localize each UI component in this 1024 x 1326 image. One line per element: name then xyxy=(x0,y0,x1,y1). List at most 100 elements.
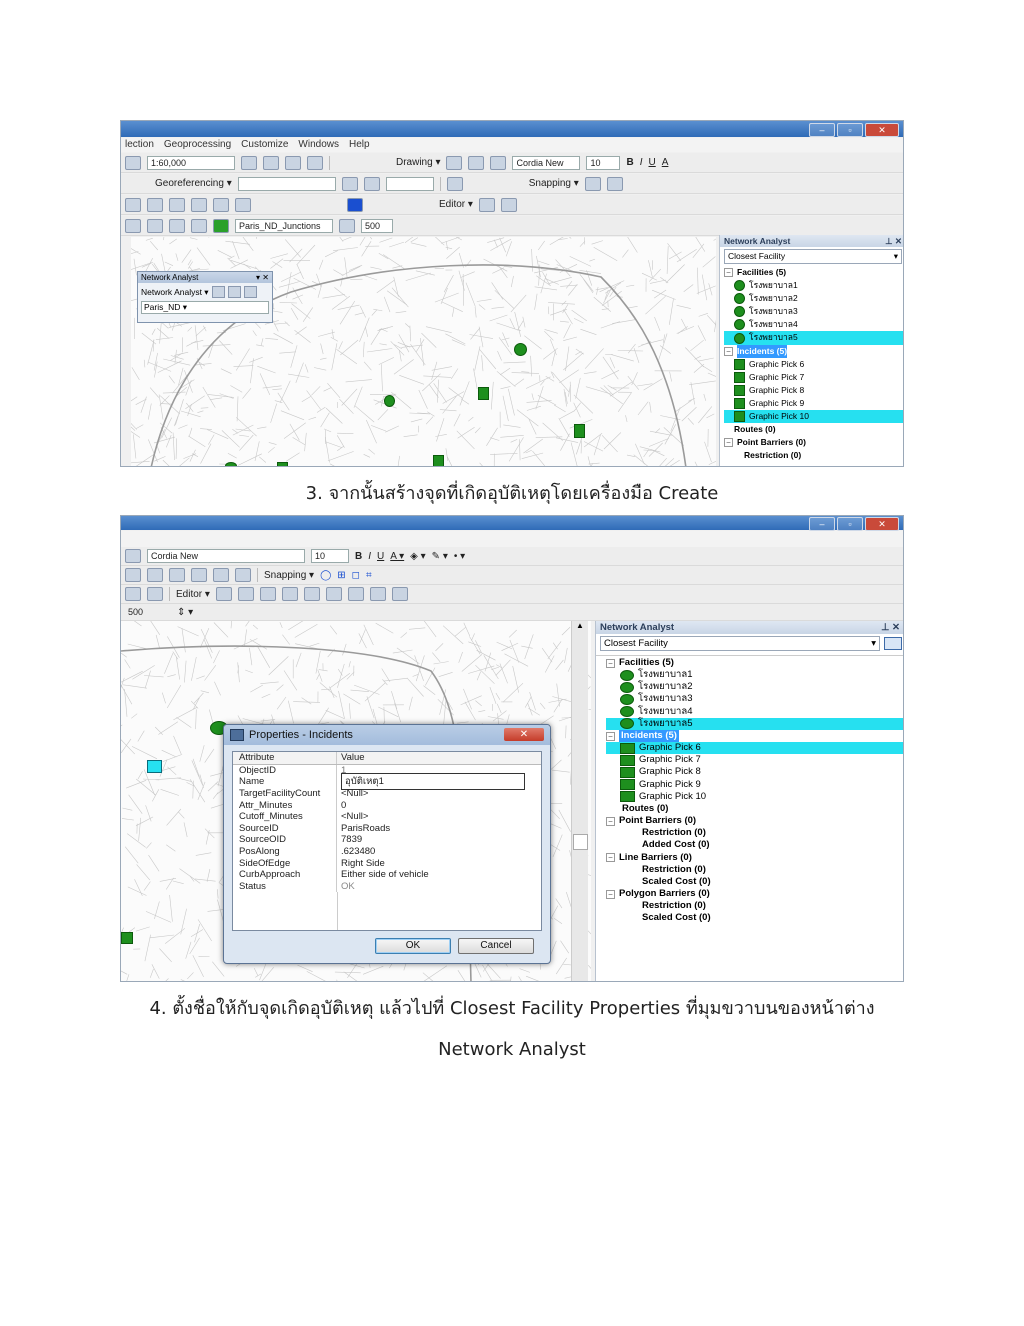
straight-segment-icon[interactable] xyxy=(147,568,163,582)
tree-facilities[interactable]: − Facilities (5) xyxy=(606,657,903,669)
incident-item[interactable]: Graphic Pick 6 xyxy=(606,742,903,755)
collapse-icon[interactable]: − xyxy=(724,268,733,278)
close-button[interactable]: ✕ xyxy=(865,123,899,137)
italic-button[interactable]: I xyxy=(368,551,371,562)
analysis-layer-combo[interactable]: Closest Facility ▾ xyxy=(724,249,902,264)
bold-button[interactable]: B xyxy=(355,551,362,562)
cut-polygons-icon[interactable] xyxy=(235,568,251,582)
georef-input[interactable] xyxy=(385,176,434,191)
network-analyst-toolbar-window[interactable]: Network Analyst ▾ ✕ Network Analyst ▾ Pa… xyxy=(137,271,273,323)
facility-item[interactable]: โรงพยาบาล4 xyxy=(606,706,903,718)
fill-color-icon[interactable] xyxy=(347,197,363,212)
navigate-icon[interactable] xyxy=(125,197,141,212)
globe-icon[interactable] xyxy=(147,197,163,212)
end-snapping-icon[interactable] xyxy=(606,176,623,191)
tree-polygon-barriers[interactable]: − Polygon Barriers (0) xyxy=(606,888,903,900)
drawing-menu[interactable]: Drawing ▾ xyxy=(396,157,440,168)
hyperlink-icon[interactable] xyxy=(235,197,251,212)
collapse-icon[interactable]: − xyxy=(606,853,615,863)
tolerance-combo[interactable]: 500 xyxy=(361,218,393,233)
properties-dialog[interactable]: Properties - Incidents ✕ Attribute Value… xyxy=(223,724,551,964)
collapse-icon[interactable]: − xyxy=(606,816,615,826)
grid-row-status[interactable]: Status OK xyxy=(233,880,541,893)
table-icon[interactable] xyxy=(263,155,279,170)
edit-tool-icon[interactable] xyxy=(478,197,495,212)
tolerance-input[interactable]: 500 xyxy=(125,606,171,618)
menu-help[interactable]: Help xyxy=(349,138,370,152)
maximize-button[interactable]: ▫ xyxy=(837,517,863,531)
scroll-up-icon[interactable]: ▲ xyxy=(572,621,588,630)
tree-pb-added-cost[interactable]: Added Cost (0) xyxy=(606,839,903,851)
sketch-tool-icon[interactable] xyxy=(237,587,254,601)
editor-menu[interactable]: Editor ▾ xyxy=(176,589,210,600)
editor-toolbar-icon[interactable] xyxy=(241,155,257,170)
create-network-location-icon[interactable] xyxy=(227,286,241,298)
grid-row-sourceid[interactable]: SourceID ParisRoads xyxy=(233,822,541,835)
facility-item[interactable]: โรงพยาบาล5 xyxy=(724,331,903,345)
dataset-combo[interactable]: Paris_ND ▾ xyxy=(141,301,269,314)
pin-icon[interactable]: ⊥ ✕ xyxy=(885,236,902,247)
tree-pg-scaled-cost[interactable]: Scaled Cost (0) xyxy=(606,912,903,924)
snapping-menu[interactable]: Snapping ▾ xyxy=(264,570,314,581)
collapse-icon[interactable]: − xyxy=(606,658,615,668)
grid-row-curbapproach[interactable]: CurbApproach Either side of vehicle xyxy=(233,868,541,881)
facility-item[interactable]: โรงพยาบาล1 xyxy=(606,669,903,681)
tree-point-barriers[interactable]: − Point Barriers (0) xyxy=(606,815,903,827)
tree-lb-restriction[interactable]: Restriction (0) xyxy=(606,864,903,876)
link-table-icon[interactable] xyxy=(363,176,380,191)
menu-selection[interactable]: lection xyxy=(125,138,154,152)
table-icon[interactable] xyxy=(125,587,141,601)
layer-combo[interactable]: Paris_ND_Junctions xyxy=(235,218,333,233)
pin-icon[interactable]: ⊥ ✕ xyxy=(881,622,900,633)
tree-pb-restriction[interactable]: Restriction (0) xyxy=(606,827,903,839)
network-analyst-menu[interactable]: Network Analyst ▾ xyxy=(141,287,209,298)
cancel-button[interactable]: Cancel xyxy=(458,938,534,954)
reshape-icon[interactable] xyxy=(213,568,229,582)
maximize-button[interactable]: ▫ xyxy=(837,123,863,137)
na-window-icon[interactable] xyxy=(211,286,225,298)
minimize-button[interactable]: – xyxy=(809,517,835,531)
grid-row-sourceoid[interactable]: SourceOID 7839 xyxy=(233,834,541,846)
solve-icon[interactable] xyxy=(213,218,229,233)
rectangle-icon[interactable] xyxy=(468,155,485,170)
grid-row-targetfacilitycount[interactable]: TargetFacilityCount <Null> xyxy=(233,787,541,800)
georef-layer-combo[interactable] xyxy=(237,176,336,191)
collapse-icon[interactable]: − xyxy=(606,731,615,741)
font-color-button[interactable]: A ▾ xyxy=(390,551,404,562)
close-button[interactable]: ✕ xyxy=(865,517,899,531)
rotate-icon[interactable] xyxy=(325,587,342,601)
sketch-properties-icon[interactable] xyxy=(369,587,386,601)
tree-routes[interactable]: Routes (0) xyxy=(724,423,903,436)
tree-incidents[interactable]: − Incidents (5) xyxy=(724,344,903,358)
edge-snapping-icon[interactable]: ⌗ xyxy=(366,570,372,581)
facility-item[interactable]: โรงพยาบาล4 xyxy=(724,318,903,331)
incident-item[interactable]: Graphic Pick 10 xyxy=(724,410,903,424)
facility-item[interactable]: โรงพยาบาล3 xyxy=(724,305,903,318)
point-snapping-icon[interactable] xyxy=(584,176,601,191)
select-icon[interactable] xyxy=(125,568,141,582)
float-window-close-icon[interactable]: ▾ ✕ xyxy=(256,272,269,283)
geometric-network-icon[interactable] xyxy=(169,218,185,233)
facility-item[interactable]: โรงพยาบาล5 xyxy=(606,717,903,730)
identify-icon[interactable] xyxy=(169,197,185,212)
snapping-menu[interactable]: Snapping ▾ xyxy=(529,178,579,189)
tree-restriction[interactable]: Restriction (0) xyxy=(724,449,903,462)
flag-icon[interactable] xyxy=(191,218,207,233)
edit-vertices-icon[interactable] xyxy=(446,176,463,191)
tree-facilities[interactable]: − Facilities (5) xyxy=(724,266,903,279)
underline-button[interactable]: U xyxy=(649,157,656,168)
incident-item[interactable]: Graphic Pick 8 xyxy=(724,384,903,397)
spin-icon[interactable]: ⇕ ▾ xyxy=(177,607,193,618)
font-color-button[interactable]: A xyxy=(662,157,669,168)
sketch-tool-icon[interactable] xyxy=(500,197,517,212)
font-combo[interactable]: Cordia New xyxy=(147,549,305,563)
minimize-button[interactable]: – xyxy=(809,123,835,137)
geocode-icon[interactable] xyxy=(147,218,163,233)
menu-windows[interactable]: Windows xyxy=(298,138,339,152)
incident-item[interactable]: Graphic Pick 10 xyxy=(606,791,903,803)
solve-icon[interactable] xyxy=(243,286,257,298)
select-elements-icon[interactable] xyxy=(446,155,463,170)
collapse-icon[interactable]: − xyxy=(606,889,615,899)
scroll-thumb[interactable] xyxy=(573,834,588,850)
tree-lb-scaled-cost[interactable]: Scaled Cost (0) xyxy=(606,876,903,888)
